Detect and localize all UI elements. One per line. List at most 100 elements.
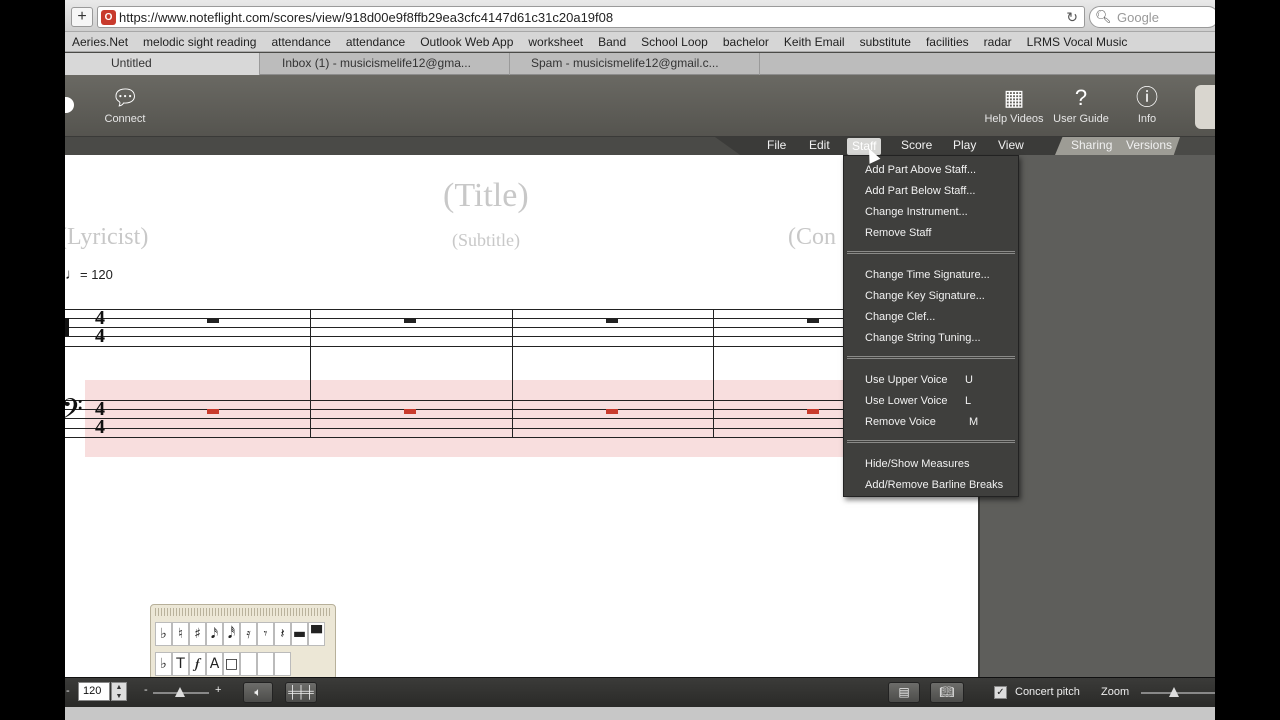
mute-button[interactable]: 🔈︎ <box>243 682 273 703</box>
versions-tab[interactable]: Versions <box>1126 138 1172 152</box>
bookmark-item[interactable]: LRMS Vocal Music <box>1027 35 1128 49</box>
natural-button[interactable]: ♮ <box>172 622 189 646</box>
box-button[interactable]: □ <box>223 652 240 676</box>
menu-file[interactable]: File <box>767 138 786 153</box>
whole-rest[interactable] <box>807 409 819 414</box>
sixteenth-rest-button[interactable]: 𝄿 <box>240 622 257 646</box>
menu-item-change-key-signature[interactable]: Change Key Signature... <box>865 290 985 302</box>
zoom-slider-thumb[interactable] <box>1169 687 1179 697</box>
status-strip <box>65 707 1215 720</box>
whole-rest-button[interactable]: ▀ <box>308 622 325 646</box>
menu-view[interactable]: View <box>998 138 1024 153</box>
info-label: Info <box>1137 113 1157 125</box>
staff-menu-dropdown: Add Part Above Staff... Add Part Below S… <box>843 155 1019 497</box>
quarter-rest-button[interactable]: 𝄽 <box>274 622 291 646</box>
score-title[interactable]: (Title) <box>443 177 529 215</box>
whole-rest[interactable] <box>207 318 219 323</box>
flat-button[interactable]: ♭ <box>155 622 172 646</box>
staff-line <box>65 327 843 328</box>
volume-slider-thumb[interactable] <box>175 687 185 697</box>
bookmark-item[interactable]: bachelor <box>723 35 769 49</box>
connect-button[interactable]: 💬︎ Connect <box>103 85 147 125</box>
whole-rest[interactable] <box>207 409 219 414</box>
tab-untitled[interactable]: Untitled <box>65 53 260 75</box>
whole-rest[interactable] <box>404 409 416 414</box>
menu-item-change-clef[interactable]: Change Clef... <box>865 311 935 323</box>
bookmark-item[interactable]: melodic sight reading <box>143 35 256 49</box>
sixty-fourth-note-button[interactable]: 𝅘𝅥𝅯 <box>206 622 223 646</box>
menu-item-change-string-tuning[interactable]: Change String Tuning... <box>865 332 981 344</box>
menu-separator <box>847 440 1015 443</box>
chord-symbol-button[interactable]: A <box>206 652 223 676</box>
half-rest-button[interactable]: ▬ <box>291 622 308 646</box>
tempo-marking[interactable]: ♩= 120 <box>65 266 113 283</box>
staff-line <box>65 437 843 438</box>
keyboard-button[interactable]: ▤ <box>888 682 920 703</box>
palette-button[interactable]: ♭ <box>155 652 172 676</box>
whole-rest[interactable] <box>606 409 618 414</box>
whole-rest[interactable] <box>606 318 618 323</box>
menu-item-change-time-signature[interactable]: Change Time Signature... <box>865 269 990 281</box>
score-lyricist[interactable]: (Lyricist) <box>65 224 148 251</box>
question-icon: ? <box>1074 85 1088 110</box>
bookmark-item[interactable]: School Loop <box>641 35 708 49</box>
menu-item-use-lower-voice[interactable]: Use Lower Voice L <box>865 395 971 407</box>
concert-pitch-checkbox[interactable]: ✓ <box>994 686 1007 699</box>
bookmark-item[interactable]: attendance <box>271 35 330 49</box>
whole-rest[interactable] <box>807 318 819 323</box>
info-button[interactable]: ⓘ Info <box>1129 85 1165 125</box>
bookmark-item[interactable]: Aeries.Net <box>72 35 128 49</box>
thirty-second-note-button[interactable]: 𝅘𝅥𝅰 <box>223 622 240 646</box>
sharing-tab[interactable]: Sharing <box>1071 138 1112 152</box>
chat-heart-icon: 💬︎ <box>111 85 139 110</box>
help-videos-button[interactable]: ▦ Help Videos <box>983 85 1045 125</box>
text-button[interactable]: T <box>172 652 189 676</box>
add-bookmark-button[interactable]: + <box>71 7 93 27</box>
menu-item-add-part-below[interactable]: Add Part Below Staff... <box>865 185 975 197</box>
mixer-icon: ╪╪╪ <box>288 685 314 699</box>
eighth-rest-button[interactable]: 𝄾 <box>257 622 274 646</box>
menu-score[interactable]: Score <box>901 138 932 153</box>
tab-inbox[interactable]: Inbox (1) - musicismelife12@gma... <box>260 53 510 75</box>
user-guide-button[interactable]: ? User Guide <box>1051 85 1111 125</box>
tempo-input[interactable]: 120 <box>78 682 110 701</box>
bookmark-item[interactable]: Keith Email <box>784 35 845 49</box>
bookmark-item[interactable]: substitute <box>860 35 911 49</box>
url-field[interactable]: O https://www.noteflight.com/scores/view… <box>97 6 1085 28</box>
menu-item-remove-voice[interactable]: Remove Voice M <box>865 416 978 428</box>
bookmark-item[interactable]: radar <box>984 35 1012 49</box>
palette-button[interactable] <box>257 652 274 676</box>
sharp-button[interactable]: ♯ <box>189 622 206 646</box>
menu-play[interactable]: Play <box>953 138 976 153</box>
avatar[interactable] <box>1195 85 1215 129</box>
menu-item-remove-staff[interactable]: Remove Staff <box>865 227 931 239</box>
bookmark-item[interactable]: Outlook Web App <box>420 35 513 49</box>
concert-pitch-label: Concert pitch <box>1015 686 1080 698</box>
menu-item-add-remove-barline-breaks[interactable]: Add/Remove Barline Breaks <box>865 479 1003 491</box>
menu-item-use-upper-voice[interactable]: Use Upper Voice U <box>865 374 973 386</box>
tempo-stepper[interactable]: ▲ ▼ <box>111 682 127 701</box>
zoom-label: Zoom <box>1101 686 1130 698</box>
menu-item-hide-show-measures[interactable]: Hide/Show Measures <box>865 458 970 470</box>
dynamics-button[interactable]: 𝆑 <box>189 652 206 676</box>
menu-item-add-part-above[interactable]: Add Part Above Staff... <box>865 164 976 176</box>
score-composer[interactable]: (Con <box>788 224 836 251</box>
palette-button[interactable] <box>240 652 257 676</box>
palette-button[interactable] <box>274 652 291 676</box>
whole-rest[interactable] <box>404 318 416 323</box>
menu-item-change-instrument[interactable]: Change Instrument... <box>865 206 968 218</box>
guide-book-button[interactable]: 📖︎ <box>930 682 964 703</box>
film-icon: ▦ <box>1003 85 1025 110</box>
menu-edit[interactable]: Edit <box>809 138 830 153</box>
score-subtitle[interactable]: (Subtitle) <box>452 230 520 251</box>
reload-icon[interactable]: ↻ <box>1066 9 1078 26</box>
bookmark-item[interactable]: Band <box>598 35 626 49</box>
bookmark-item[interactable]: facilities <box>926 35 969 49</box>
bookmark-item[interactable]: attendance <box>346 35 405 49</box>
mixer-button[interactable]: ╪╪╪ <box>285 682 317 703</box>
bookmark-item[interactable]: worksheet <box>528 35 583 49</box>
search-field[interactable]: 🔍︎ Google <box>1089 6 1215 28</box>
tab-spam[interactable]: Spam - musicismelife12@gmail.c... <box>510 53 760 75</box>
note-palette[interactable]: ♭ ♮ ♯ 𝅘𝅥𝅯 𝅘𝅥𝅰 𝄿 𝄾 𝄽 ▬ ▀ ♭ T 𝆑 A □ <box>150 604 336 680</box>
palette-grip[interactable] <box>155 608 331 616</box>
